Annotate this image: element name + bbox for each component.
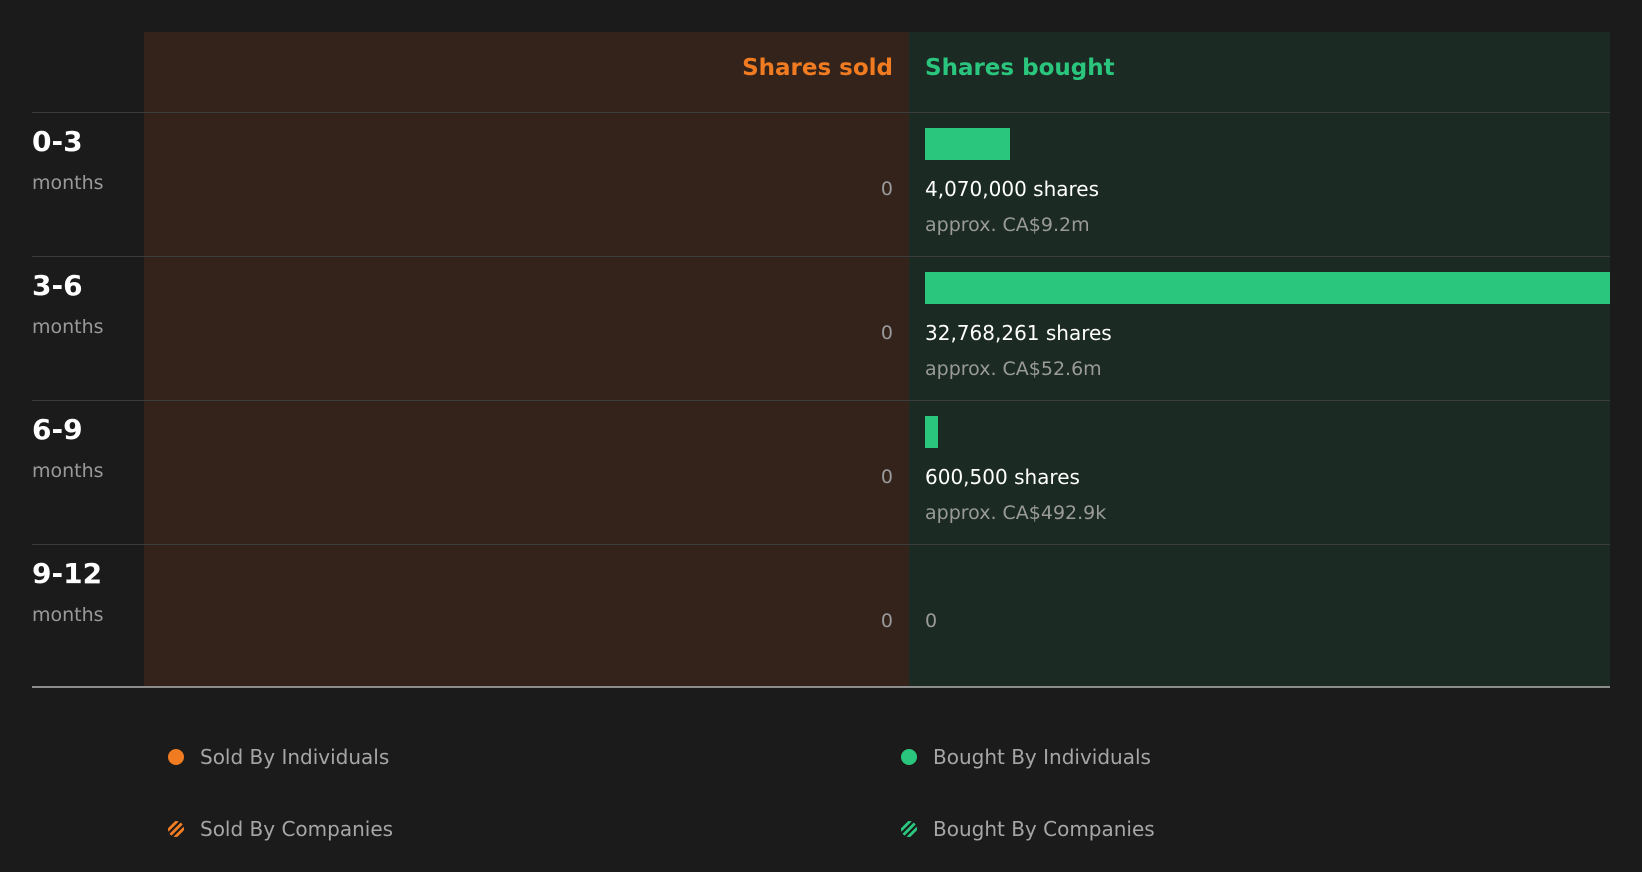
legend-label: Sold By Companies (200, 817, 394, 841)
bought-approx-value: approx. CA$9.2m (925, 214, 1090, 236)
legend-label: Sold By Individuals (200, 745, 390, 769)
shares-bought-header: Shares bought (925, 55, 1115, 81)
period-row-0-3: 0-3 months 0 4,070,000 shares approx. CA… (32, 113, 1610, 257)
sold-value: 0 (880, 322, 893, 344)
shares-sold-header: Shares sold (742, 55, 893, 81)
period-row-3-6: 3-6 months 0 32,768,261 shares approx. C… (32, 257, 1610, 401)
period-row-6-9: 6-9 months 0 600,500 shares approx. CA$4… (32, 401, 1610, 545)
legend-sold-by-companies: Sold By Companies (168, 816, 393, 842)
period-label: 0-3 (32, 125, 83, 158)
bought-zero-value: 0 (925, 610, 938, 632)
solid-dot-icon (168, 749, 184, 765)
period-label: 6-9 (32, 413, 83, 446)
period-unit: months (32, 460, 104, 482)
legend-bought-by-individuals: Bought By Individuals (901, 744, 1151, 770)
insider-trading-chart: Shares sold Shares bought 0-3 months 0 4… (32, 32, 1610, 689)
legend-label: Bought By Individuals (933, 745, 1151, 769)
period-label: 9-12 (32, 557, 103, 590)
bought-shares-label: 32,768,261 shares (925, 321, 1112, 345)
legend-bought-by-companies: Bought By Companies (901, 816, 1155, 842)
period-unit: months (32, 316, 104, 338)
sold-value: 0 (880, 466, 893, 488)
bought-shares-label: 4,070,000 shares (925, 177, 1100, 201)
period-unit: months (32, 172, 104, 194)
sold-value: 0 (880, 610, 893, 632)
sold-value: 0 (880, 178, 893, 200)
striped-dot-icon (168, 821, 184, 837)
period-unit: months (32, 604, 104, 626)
solid-dot-icon (901, 749, 917, 765)
legend-label: Bought By Companies (933, 817, 1155, 841)
bought-approx-value: approx. CA$52.6m (925, 358, 1102, 380)
bought-bar (925, 272, 1610, 304)
period-label: 3-6 (32, 269, 83, 302)
chart-baseline (32, 686, 1610, 688)
bought-approx-value: approx. CA$492.9k (925, 502, 1107, 524)
bought-shares-label: 600,500 shares (925, 465, 1080, 489)
legend-sold-by-individuals: Sold By Individuals (168, 744, 389, 770)
period-row-9-12: 9-12 months 0 0 (32, 545, 1610, 689)
bought-bar (925, 128, 1010, 160)
striped-dot-icon (901, 821, 917, 837)
bought-bar (925, 416, 938, 448)
